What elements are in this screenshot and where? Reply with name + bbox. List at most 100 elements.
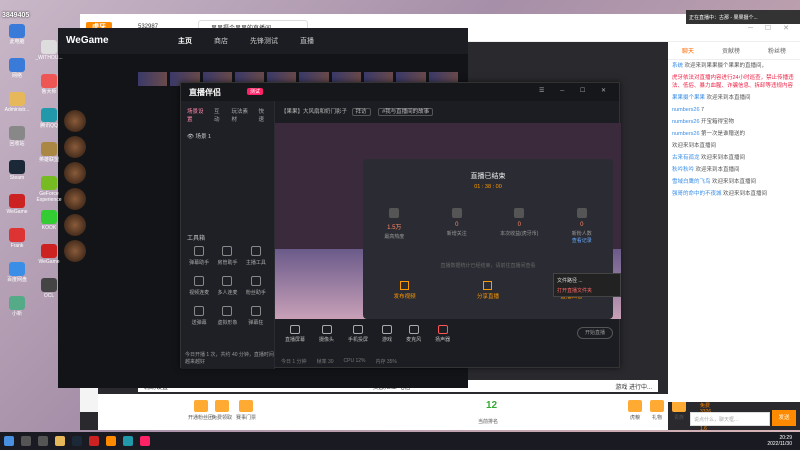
- desktop-shortcut[interactable]: 鲁大师: [34, 74, 64, 95]
- tool-button[interactable]: 弹幕狂: [242, 306, 270, 326]
- desktop-shortcut[interactable]: 英雄联盟: [34, 142, 64, 163]
- huya-icon[interactable]: [106, 436, 116, 446]
- side-tab[interactable]: 场景设置: [187, 107, 206, 123]
- wegame-nav-item[interactable]: 先锋测试: [250, 36, 278, 46]
- chat-message: 强哥的命中的不夜城 欢迎来到本直播间: [668, 188, 800, 200]
- category-tag[interactable]: 拜访: [351, 108, 371, 116]
- room-title[interactable]: 【果果】大风扇和奶门影子: [281, 109, 347, 115]
- champion-avatar[interactable]: [64, 110, 86, 132]
- source-button[interactable]: 摄像头: [319, 325, 334, 343]
- end-action-button[interactable]: 分享直播: [477, 281, 499, 300]
- tool-button[interactable]: 粉丝助手: [242, 276, 270, 296]
- wegame-nav-item[interactable]: 直播: [300, 36, 314, 46]
- source-button[interactable]: 游戏: [382, 325, 392, 343]
- tool-button[interactable]: 房管助手: [213, 246, 241, 266]
- task-view-icon[interactable]: [38, 436, 48, 446]
- chat-username[interactable]: 强哥的命中的不夜城: [672, 191, 723, 197]
- system-clock[interactable]: 20:29 2022/11/30: [767, 435, 792, 447]
- desktop-shortcut[interactable]: KOOK: [34, 210, 64, 231]
- desktop-shortcut[interactable]: 小新: [2, 296, 32, 317]
- champion-avatar[interactable]: [64, 188, 86, 210]
- chat-username[interactable]: numbers26: [672, 107, 701, 113]
- chat-username[interactable]: 果果摄个果果: [672, 95, 707, 101]
- source-button[interactable]: 直播屏幕: [285, 325, 305, 343]
- desktop-shortcut[interactable]: Administr...: [2, 92, 32, 113]
- file-popup[interactable]: 文件路径 ... 打开直播文件夹: [553, 273, 621, 297]
- send-button[interactable]: 发送: [772, 410, 796, 426]
- chat-tab[interactable]: 贡献榜: [722, 46, 740, 55]
- tool-button[interactable]: 多人连麦: [213, 276, 241, 296]
- tool-button[interactable]: 虚拟形象: [213, 306, 241, 326]
- desktop-shortcut[interactable]: WeGame: [34, 244, 64, 265]
- explorer-icon[interactable]: [55, 436, 65, 446]
- stat-icon: [389, 208, 400, 218]
- start-stream-button[interactable]: 开始直播: [577, 327, 613, 339]
- chat-username[interactable]: 古来有孤龙: [672, 155, 701, 161]
- chat-username[interactable]: numbers26: [672, 119, 701, 125]
- desktop-shortcut[interactable]: OCL: [34, 278, 64, 299]
- companion-window-controls[interactable]: ☰ ─ ☐ ✕: [539, 87, 613, 94]
- gift-icon: [239, 400, 253, 412]
- desktop-shortcut[interactable]: _WITHOU...: [34, 40, 64, 61]
- desktop-shortcut[interactable]: Frank: [2, 228, 32, 249]
- end-action-button[interactable]: 发布视频: [394, 281, 416, 300]
- source-button[interactable]: 扬声器: [435, 325, 450, 343]
- wegame-nav-item[interactable]: 主页: [178, 36, 192, 46]
- scene-item[interactable]: 👁 场景 1: [181, 129, 274, 143]
- open-folder-link[interactable]: 打开直播文件夹: [557, 287, 617, 294]
- window-controls[interactable]: ─ ☐ ✕: [748, 24, 794, 32]
- stat-link[interactable]: 查看记录: [557, 237, 607, 244]
- desktop-shortcut[interactable]: GeForce Experience: [34, 176, 64, 203]
- app-icon: [9, 262, 25, 276]
- shortcut-label: 腾讯QQ: [40, 123, 58, 129]
- tool-button[interactable]: 送弹幕: [185, 306, 213, 326]
- status-item: 内存 35%: [375, 359, 397, 365]
- tool-button[interactable]: 视频连麦: [185, 276, 213, 296]
- chat-input[interactable]: 说点什么，聊天框...: [690, 412, 770, 426]
- champion-avatar[interactable]: [64, 136, 86, 158]
- steam-icon[interactable]: [72, 436, 82, 446]
- champion-avatar[interactable]: [64, 162, 86, 184]
- tool-button[interactable]: 主播工具: [242, 246, 270, 266]
- stat-item: 1.5万 最高热度: [369, 208, 419, 244]
- search-icon[interactable]: [21, 436, 31, 446]
- desktop-shortcut[interactable]: 百度网盘: [2, 262, 32, 283]
- side-tab[interactable]: 玩法素材: [232, 107, 251, 123]
- desktop-shortcut[interactable]: 腾讯QQ: [34, 108, 64, 129]
- gift-item[interactable]: 赛事门票: [236, 400, 256, 421]
- gift-item[interactable]: 开通粉丝团: [188, 400, 213, 421]
- room-header: 【果果】大风扇和奶门影子 拜访 #我与直播间的故事: [281, 107, 436, 116]
- champion-avatar[interactable]: [64, 240, 86, 262]
- wegame-nav-item[interactable]: 商店: [214, 36, 228, 46]
- chat-username[interactable]: 雪域白鹰的飞鸟: [672, 179, 712, 185]
- wegame-icon[interactable]: [89, 436, 99, 446]
- desktop-shortcut[interactable]: 此电脑: [2, 24, 32, 45]
- desktop-shortcut[interactable]: Steam: [2, 160, 32, 181]
- chat-username[interactable]: 秋吟秋吟: [672, 167, 696, 173]
- desktop-shortcut[interactable]: 网络: [2, 58, 32, 79]
- side-tab[interactable]: 快速: [259, 107, 269, 123]
- companion-icon[interactable]: [140, 436, 150, 446]
- gift-icon: [215, 400, 229, 412]
- live-notice[interactable]: 正在直播中：古那 - 果果摄个...: [686, 10, 800, 24]
- wegame-logo[interactable]: WeGame: [66, 35, 109, 46]
- side-tab[interactable]: 互动: [214, 107, 224, 123]
- source-button[interactable]: 麦克风: [406, 325, 421, 343]
- chat-username[interactable]: numbers26: [672, 131, 701, 137]
- gift-item[interactable]: 贵族: [672, 400, 686, 421]
- chat-tab[interactable]: 粉丝榜: [768, 46, 786, 55]
- gift-item[interactable]: 礼物: [650, 400, 664, 421]
- source-button[interactable]: 手机投屏: [348, 325, 368, 343]
- chat-username[interactable]: 系统: [672, 63, 685, 69]
- desktop-shortcut[interactable]: 回收站: [2, 126, 32, 147]
- windows-start-icon[interactable]: [4, 436, 14, 446]
- gift-item[interactable]: 虎粮: [628, 400, 642, 421]
- gift-item[interactable]: 免费领取: [212, 400, 232, 421]
- champion-avatar[interactable]: [64, 214, 86, 236]
- shortcut-label: WeGame: [38, 259, 60, 265]
- topic-tag[interactable]: #我与直播间的故事: [378, 108, 434, 116]
- chat-tab[interactable]: 聊天: [682, 46, 694, 55]
- desktop-shortcut[interactable]: WeGame: [2, 194, 32, 215]
- tool-button[interactable]: 弹幕助手: [185, 246, 213, 266]
- qq-icon[interactable]: [123, 436, 133, 446]
